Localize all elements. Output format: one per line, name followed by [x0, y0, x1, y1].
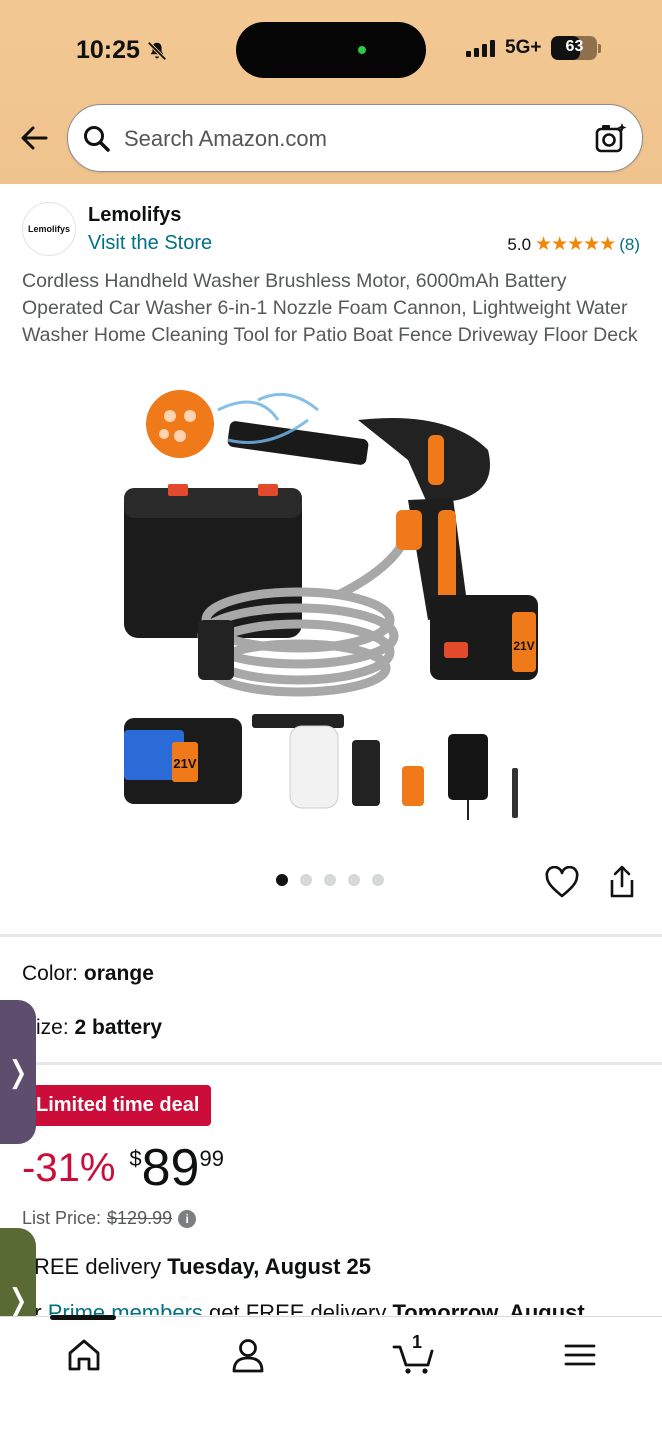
color-selection[interactable]: Color: orange — [22, 962, 154, 986]
price-whole: 89 — [141, 1139, 200, 1197]
store-name: Lemolifys — [88, 204, 182, 226]
battery-icon: 63 — [551, 36, 598, 60]
price-currency: $ — [129, 1146, 142, 1171]
list-price-label: List Price: — [22, 1208, 102, 1228]
delivery-prefix: REE delivery — [34, 1254, 168, 1279]
chevron-right-icon: ❭ — [5, 1283, 31, 1317]
list-price: List Price: $129.99 i — [22, 1208, 197, 1229]
heart-icon[interactable] — [545, 866, 579, 900]
bell-muted-icon — [147, 40, 167, 61]
carousel-dot[interactable] — [372, 874, 384, 886]
store-logo-text: Lemolifys — [27, 224, 70, 234]
status-time: 10:25 — [76, 36, 168, 65]
carousel-dot[interactable] — [300, 874, 312, 886]
cart-count-badge: 1 — [412, 1332, 423, 1352]
chevron-right-icon: ❭ — [5, 1055, 31, 1089]
prime-suffix: get FREE delivery — [202, 1300, 393, 1315]
clock: 10:25 — [76, 36, 140, 64]
price-fraction: 99 — [199, 1146, 224, 1171]
deal-badge: Limited time deal — [24, 1085, 212, 1126]
carousel-dot[interactable] — [276, 874, 288, 886]
bottom-navigation — [0, 1315, 662, 1440]
discount-percent: -31% — [22, 1146, 116, 1190]
status-indicators: 5G+ 63 — [466, 36, 602, 60]
active-tab-indicator — [50, 1315, 116, 1320]
side-panel-tab[interactable]: ❭ — [0, 1000, 36, 1144]
search-input[interactable] — [124, 119, 564, 159]
size-value: 2 battery — [74, 1016, 163, 1039]
rating-value: 5.0 — [507, 234, 532, 254]
dynamic-island — [236, 22, 426, 78]
prime-members-link[interactable]: Prime members — [48, 1300, 203, 1315]
back-arrow-icon[interactable] — [16, 120, 52, 156]
visit-store-link[interactable]: Visit the Store — [88, 232, 212, 255]
search-icon[interactable] — [82, 124, 112, 154]
info-icon[interactable]: i — [178, 1209, 197, 1228]
delivery-info: REE delivery Tuesday, August 25 — [34, 1254, 371, 1280]
rating-count[interactable]: (8) — [619, 235, 640, 255]
network-label: 5G+ — [505, 37, 542, 58]
account-icon[interactable] — [228, 1335, 268, 1375]
battery-level: 63 — [565, 38, 584, 55]
menu-icon[interactable] — [560, 1335, 600, 1375]
delivery-date: Tuesday, August 25 — [167, 1254, 372, 1279]
home-icon[interactable] — [64, 1335, 104, 1375]
share-icon[interactable] — [607, 864, 637, 900]
product-title: Cordless Handheld Washer Brushless Motor… — [22, 270, 638, 346]
carousel-dot[interactable] — [324, 874, 336, 886]
divider — [0, 1062, 662, 1065]
size-label: ize: — [36, 1016, 69, 1039]
star-rating-icon: ★★★★★ — [535, 234, 616, 255]
camera-indicator-dot — [358, 46, 366, 54]
size-selection[interactable]: ize: 2 battery — [36, 1016, 162, 1040]
list-price-value: $129.99 — [107, 1208, 173, 1228]
app-header: 10:25 5G+ 63 — [0, 0, 662, 184]
color-label: Color: — [22, 962, 79, 985]
search-bar[interactable] — [67, 104, 643, 172]
color-value: orange — [83, 962, 154, 985]
rating-summary[interactable]: 5.0 ★★★★★ (8) — [507, 233, 640, 256]
image-carousel-dots[interactable] — [276, 874, 384, 886]
store-logo[interactable]: Lemolifys — [22, 202, 76, 256]
camera-search-icon[interactable] — [594, 121, 628, 155]
prime-delivery-info: or Prime members get FREE delivery Tomor… — [22, 1300, 585, 1315]
accessory-battery-label: 21V — [173, 756, 196, 771]
carousel-dot[interactable] — [348, 874, 360, 886]
product-image[interactable]: 21V 21V — [108, 380, 554, 830]
price-block: -31% $ 89 99 — [22, 1140, 224, 1196]
divider — [0, 934, 662, 937]
gun-battery-label: 21V — [513, 639, 534, 653]
signal-icon — [466, 39, 495, 57]
prime-date: Tomorrow, August — [392, 1300, 585, 1315]
